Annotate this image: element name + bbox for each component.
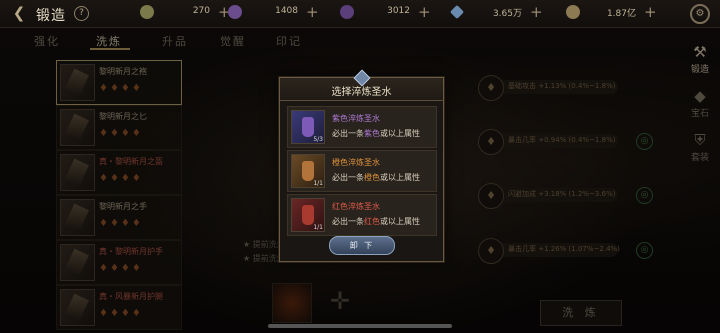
resource-value: 3.65万 (492, 9, 522, 19)
diamond-icon (449, 4, 465, 20)
resource-value: 1408 (275, 6, 298, 16)
settings-gear-icon[interactable]: ⚙ (690, 4, 710, 24)
bottle-shape (302, 161, 314, 181)
select-holy-water-dialog: 选择淬炼圣水 5/3 紫色淬炼圣水 必出一条紫色或以上属性 1/1 橙色淬炼圣水… (279, 69, 444, 262)
resource-value: 1.87亿 (606, 9, 636, 19)
orange-potion-icon: 1/1 (291, 154, 325, 188)
option-name: 红色淬炼圣水 (332, 202, 380, 211)
help-icon[interactable]: ? (74, 6, 89, 21)
add-resource-button[interactable]: + (644, 3, 657, 21)
resource-3-icon (340, 5, 354, 19)
resource-1-icon (140, 5, 154, 19)
bottle-shape (302, 205, 314, 225)
holy-water-option-purple[interactable]: 5/3 紫色淬炼圣水 必出一条紫色或以上属性 (287, 106, 437, 148)
page-title: 锻造 (36, 8, 66, 24)
item-count: 1/1 (313, 180, 323, 187)
red-potion-icon: 1/1 (291, 198, 325, 232)
option-description: 必出一条红色或以上属性 (332, 217, 420, 226)
add-resource-button[interactable]: + (530, 3, 543, 21)
resource-value: 3012 (387, 6, 410, 16)
item-count: 5/3 (313, 136, 323, 143)
item-count: 1/1 (313, 224, 323, 231)
add-resource-button[interactable]: + (306, 3, 319, 21)
unload-button[interactable]: 卸 下 (329, 236, 395, 255)
top-bar: ❮ 锻造 ? 270 + 1408 + 3012 + 3.65万 + 1.87亿… (0, 0, 720, 28)
bottle-shape (302, 117, 314, 137)
gold-icon (566, 5, 580, 19)
add-resource-button[interactable]: + (418, 3, 431, 21)
option-description: 必出一条橙色或以上属性 (332, 173, 420, 182)
holy-water-option-red[interactable]: 1/1 红色淬炼圣水 必出一条红色或以上属性 (287, 194, 437, 236)
purple-potion-icon: 5/3 (291, 110, 325, 144)
holy-water-option-orange[interactable]: 1/1 橙色淬炼圣水 必出一条橙色或以上属性 (287, 150, 437, 192)
option-name: 橙色淬炼圣水 (332, 158, 380, 167)
resource-value: 270 (192, 6, 210, 16)
option-description: 必出一条紫色或以上属性 (332, 129, 420, 138)
option-name: 紫色淬炼圣水 (332, 114, 380, 123)
back-arrow-icon[interactable]: ❮ (6, 3, 32, 23)
resource-2-icon (228, 5, 242, 19)
